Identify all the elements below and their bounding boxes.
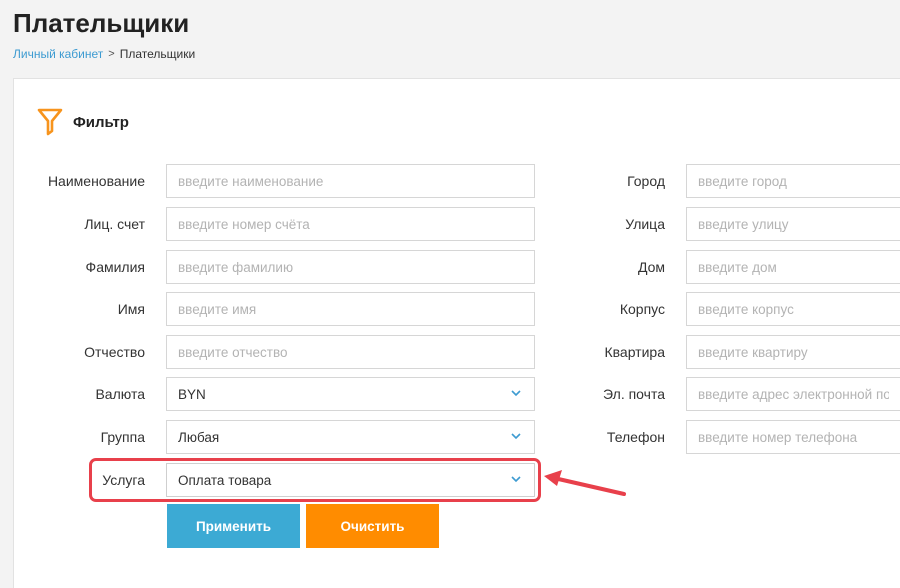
house-input[interactable] — [686, 250, 900, 284]
phone-label: Телефон — [606, 429, 665, 445]
filter-title: Фильтр — [73, 113, 129, 131]
currency-value: BYN — [178, 386, 206, 402]
building-input[interactable] — [686, 292, 900, 326]
group-label: Группа — [100, 429, 145, 445]
currency-select[interactable]: BYN — [166, 377, 535, 411]
filter-icon — [37, 108, 63, 136]
filter-header: Фильтр — [37, 108, 129, 136]
email-input[interactable] — [686, 377, 900, 411]
breadcrumb-home-link[interactable]: Личный кабинет — [13, 47, 103, 61]
patronymic-label: Отчество — [84, 344, 145, 360]
phone-input[interactable] — [686, 420, 900, 454]
city-input[interactable] — [686, 164, 900, 198]
street-label: Улица — [625, 216, 665, 232]
annotation-arrow-icon — [540, 466, 630, 507]
patronymic-input[interactable] — [166, 335, 535, 369]
city-label: Город — [627, 173, 665, 189]
chevron-down-icon — [511, 431, 521, 443]
apartment-label: Квартира — [604, 344, 665, 360]
account-label: Лиц. счет — [84, 216, 145, 232]
street-input[interactable] — [686, 207, 900, 241]
breadcrumb: Личный кабинет > Плательщики — [13, 47, 195, 61]
house-label: Дом — [637, 259, 665, 275]
currency-label: Валюта — [95, 386, 145, 402]
group-select[interactable]: Любая — [166, 420, 535, 454]
first-name-input[interactable] — [166, 292, 535, 326]
clear-button[interactable]: Очистить — [306, 504, 439, 548]
group-value: Любая — [178, 429, 220, 445]
apply-button[interactable]: Применить — [167, 504, 300, 548]
account-input[interactable] — [166, 207, 535, 241]
chevron-down-icon — [511, 388, 521, 400]
breadcrumb-current: Плательщики — [119, 47, 196, 61]
email-label: Эл. почта — [603, 386, 665, 402]
first-name-label: Имя — [117, 301, 145, 317]
filter-card — [13, 78, 900, 588]
surname-label: Фамилия — [85, 259, 145, 275]
page-title: Плательщики — [13, 8, 190, 38]
name-label: Наименование — [47, 173, 145, 189]
service-highlight-box — [89, 458, 541, 502]
breadcrumb-separator: > — [108, 48, 115, 60]
surname-input[interactable] — [166, 250, 535, 284]
building-label: Корпус — [619, 301, 665, 317]
name-input[interactable] — [166, 164, 535, 198]
apartment-input[interactable] — [686, 335, 900, 369]
